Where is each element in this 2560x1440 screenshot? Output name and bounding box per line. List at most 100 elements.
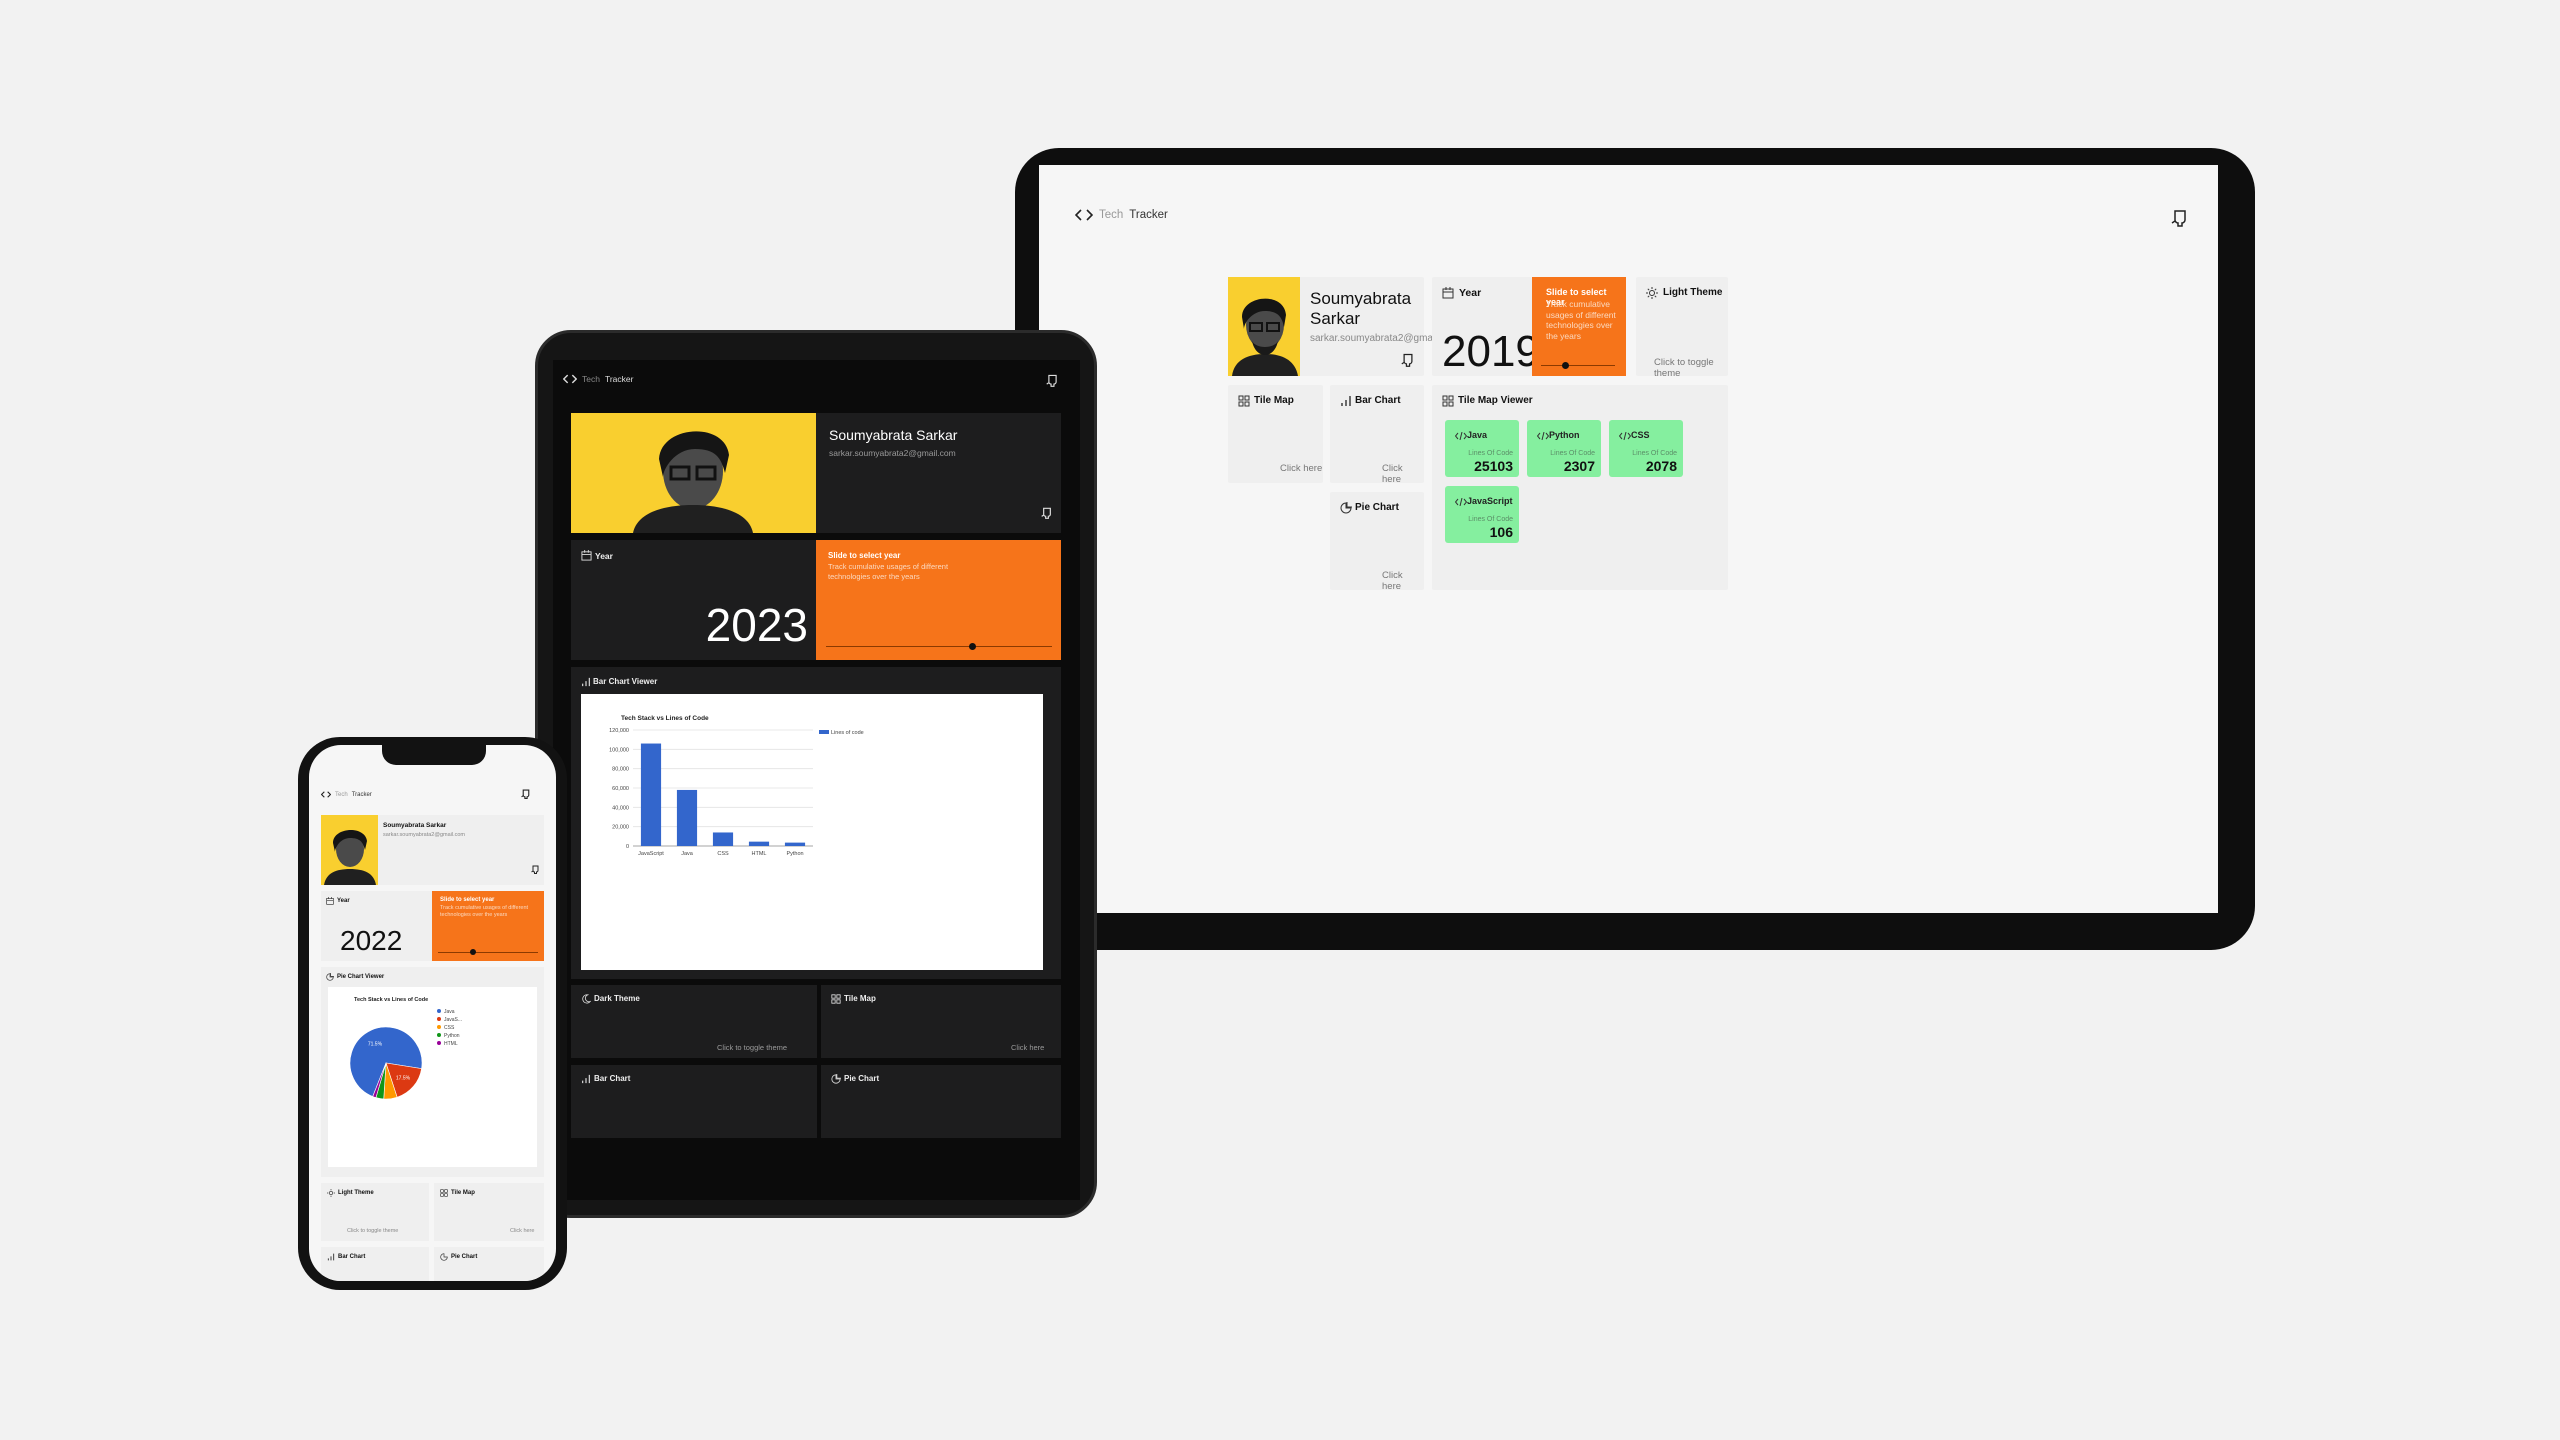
app-logo[interactable]: Tech Tracker bbox=[1075, 209, 1168, 221]
y-tick-label: 20,000 bbox=[612, 825, 629, 831]
year-slider-card: Slide to select year Track cumulative us… bbox=[432, 891, 544, 961]
y-tick-label: 40,000 bbox=[612, 805, 629, 811]
avatar bbox=[1228, 277, 1300, 376]
github-icon[interactable] bbox=[1041, 507, 1053, 519]
slider-track[interactable] bbox=[1541, 365, 1615, 366]
profile-name: Soumyabrata Sarkar bbox=[383, 822, 447, 829]
calendar-icon bbox=[326, 897, 334, 905]
slider-desc: Track cumulative usages of different tec… bbox=[440, 905, 529, 918]
theme-toggle-card[interactable]: Light Theme Click to toggle theme bbox=[1636, 277, 1728, 379]
pie-chart-panel: Tech Stack vs Lines of Code 71.5% 17.5% Jav… bbox=[328, 987, 537, 1167]
avatar bbox=[321, 815, 378, 885]
year-card: Year 2023 bbox=[571, 540, 816, 660]
tech-tile[interactable]: CSS Lines Of Code 2078 bbox=[1609, 420, 1683, 477]
pie-chart-title: Pie Chart bbox=[451, 1254, 478, 1260]
bar bbox=[784, 842, 806, 846]
y-tick-label: 100,000 bbox=[609, 747, 629, 753]
slider-thumb[interactable] bbox=[1561, 362, 1569, 369]
bar-chart: Tech Stack vs Lines of Code 0 20,000 40,000… bbox=[609, 715, 864, 857]
tile-name: JavaScript bbox=[1467, 496, 1513, 506]
slider-thumb[interactable] bbox=[969, 643, 977, 650]
tile-map-card[interactable]: Tile Map Click here bbox=[1228, 385, 1323, 483]
app-logo[interactable]: Tech Tracker bbox=[321, 791, 372, 798]
y-tick-label: 120,000 bbox=[609, 728, 629, 734]
phone-screen: Tech Tracker Soumyabrata Sarkar sarkar.s… bbox=[309, 745, 556, 1281]
tablet-screen: Tech Tracker Soumyabrata Sarkar sarkar.s… bbox=[553, 360, 1080, 1200]
grid-icon bbox=[1238, 395, 1250, 407]
brand-name: Tracker bbox=[1129, 209, 1168, 221]
tile-label: Lines Of Code bbox=[1632, 450, 1677, 457]
tile-value: 106 bbox=[1489, 524, 1513, 540]
tile-map-title: Tile Map bbox=[1254, 395, 1294, 406]
pie-chart-card[interactable]: Pie Chart bbox=[434, 1247, 544, 1281]
slider-track[interactable] bbox=[438, 952, 538, 953]
brand-name: Tracker bbox=[351, 791, 372, 798]
brand-prefix: Tech bbox=[1099, 209, 1124, 221]
bar-chart-card[interactable]: Bar Chart bbox=[571, 1065, 817, 1138]
bar-chart-card[interactable]: Bar Chart bbox=[321, 1247, 429, 1281]
theme-toggle-card[interactable]: Dark Theme Click to toggle theme bbox=[571, 985, 817, 1058]
tile-value: 2307 bbox=[1563, 458, 1595, 474]
github-icon[interactable] bbox=[1046, 374, 1059, 387]
code-brackets-icon bbox=[1075, 209, 1093, 221]
moon-icon bbox=[581, 994, 591, 1004]
legend-label: Java bbox=[444, 1009, 455, 1015]
github-icon[interactable] bbox=[531, 865, 540, 874]
pie-chart-card[interactable]: Pie Chart bbox=[821, 1065, 1061, 1138]
tile-map-card[interactable]: Tile Map Click here bbox=[821, 985, 1061, 1058]
theme-toggle-card[interactable]: Light Theme Click to toggle theme bbox=[321, 1183, 429, 1241]
tile-label: Lines Of Code bbox=[1550, 450, 1595, 457]
slice-label: 71.5% bbox=[368, 1042, 383, 1048]
brand-prefix: Tech bbox=[582, 374, 600, 384]
github-icon[interactable] bbox=[1401, 353, 1415, 367]
tech-tile[interactable]: JavaScript Lines Of Code 106 bbox=[1445, 486, 1519, 543]
slider-desc: Track cumulative usages of different tec… bbox=[1546, 299, 1616, 341]
sun-icon bbox=[327, 1189, 335, 1197]
year-value: 2023 bbox=[705, 599, 808, 651]
app-logo[interactable]: Tech Tracker bbox=[563, 374, 633, 384]
code-icon bbox=[1455, 498, 1467, 506]
profile-card: Soumyabrata Sarkar sarkar.soumyabrata2@g… bbox=[571, 413, 1061, 533]
tile-map-title: Tile Map bbox=[844, 994, 876, 1003]
theme-sub: Click to toggle theme bbox=[1654, 357, 1714, 379]
profile-name: Soumyabrata Sarkar bbox=[829, 427, 958, 443]
viewer-title: Tile Map Viewer bbox=[1458, 395, 1533, 406]
tile-name: CSS bbox=[1631, 430, 1650, 440]
x-tick-label: Python bbox=[786, 851, 803, 857]
year-slider-card: Slide to select year Track cumulative us… bbox=[1532, 277, 1626, 376]
bar-chart-icon bbox=[581, 677, 591, 687]
github-icon[interactable] bbox=[521, 789, 531, 799]
y-tick-label: 80,000 bbox=[612, 767, 629, 773]
bar bbox=[640, 743, 662, 846]
tile-map-card[interactable]: Tile Map Click here bbox=[434, 1183, 544, 1241]
tile-map-sub: Click here bbox=[1011, 1043, 1045, 1052]
tech-tile[interactable]: Python Lines Of Code 2307 bbox=[1527, 420, 1601, 477]
bar bbox=[676, 789, 698, 846]
bar bbox=[712, 832, 734, 846]
pie-chart-icon bbox=[831, 1074, 841, 1084]
profile-name-line2: Sarkar bbox=[1310, 309, 1361, 328]
legend-swatch bbox=[437, 1009, 441, 1013]
theme-sub: Click to toggle theme bbox=[717, 1043, 788, 1052]
year-value: 2022 bbox=[340, 925, 403, 956]
slider-track[interactable] bbox=[826, 646, 1052, 647]
github-icon[interactable] bbox=[2171, 209, 2189, 227]
slider-thumb[interactable] bbox=[470, 949, 476, 955]
bar-chart-card[interactable]: Bar Chart Click here bbox=[1330, 385, 1424, 485]
profile-email[interactable]: sarkar.soumyabrata2@gmail.com bbox=[829, 448, 956, 458]
profile-email[interactable]: sarkar.soumyabrata2@gmail.com bbox=[383, 832, 465, 838]
profile-card: Soumyabrata Sarkar sarkar.soumyabrata2@g… bbox=[1228, 277, 1459, 376]
viewer-title: Pie Chart Viewer bbox=[337, 974, 385, 980]
year-slider-card: Slide to select year Track cumulative us… bbox=[816, 540, 1061, 660]
bar-chart-icon bbox=[581, 1074, 591, 1084]
pie-chart-card[interactable]: Pie Chart Click here bbox=[1330, 492, 1424, 592]
avatar bbox=[571, 413, 816, 533]
calendar-icon bbox=[1442, 287, 1454, 299]
y-tick-label: 60,000 bbox=[612, 786, 629, 792]
tech-tile[interactable]: Java Lines Of Code 25103 bbox=[1445, 420, 1519, 477]
tile-name: Java bbox=[1467, 430, 1488, 440]
pie-chart: Tech Stack vs Lines of Code 71.5% 17.5% Jav… bbox=[349, 997, 462, 1100]
tile-value: 2078 bbox=[1645, 458, 1677, 474]
legend-label: Python bbox=[444, 1033, 460, 1039]
slider-title: Slide to select year bbox=[440, 897, 495, 903]
